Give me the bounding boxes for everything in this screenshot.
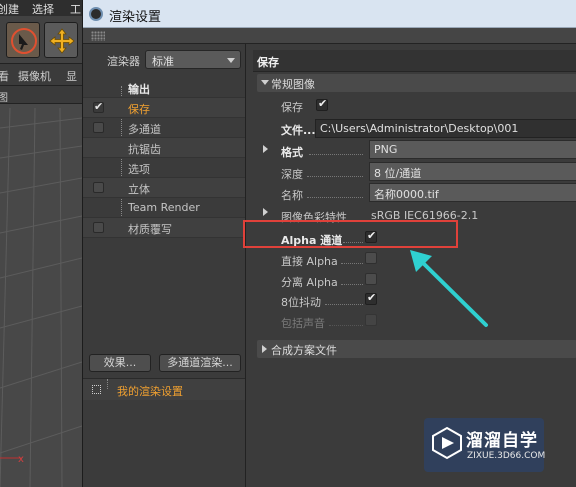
svg-text:x: x bbox=[18, 454, 24, 465]
viewport-grid: x bbox=[0, 107, 82, 487]
file-label[interactable]: 文件... bbox=[281, 122, 316, 138]
tab-display[interactable]: 显 bbox=[66, 68, 77, 84]
material-override-checkbox[interactable] bbox=[93, 222, 104, 233]
depth-label: 深度 bbox=[281, 168, 303, 181]
renderer-value: 标准 bbox=[152, 55, 174, 68]
dithering-checkbox[interactable] bbox=[365, 291, 377, 305]
cursor-icon bbox=[11, 28, 37, 54]
label-leader-dots bbox=[307, 197, 363, 198]
separate-alpha-checkbox[interactable] bbox=[365, 273, 377, 285]
section-compositing-project-file[interactable]: 合成方案文件 bbox=[257, 340, 576, 358]
menu-select[interactable]: 选择 bbox=[32, 1, 54, 17]
menu-create[interactable]: 创建 bbox=[0, 1, 19, 17]
tree-item-label: 材质覆写 bbox=[128, 223, 172, 236]
preset-my-render-settings[interactable]: 我的渲染设置 bbox=[117, 383, 183, 399]
tab-view[interactable]: 看 bbox=[0, 68, 9, 84]
pointer-arrow-icon bbox=[410, 250, 488, 327]
dithering-label: 8位抖动 bbox=[281, 296, 321, 309]
effects-button[interactable]: 效果... bbox=[89, 354, 151, 372]
renderer-select[interactable]: 标准 bbox=[145, 50, 241, 69]
watermark-url: ZIXUE.3D66.COM bbox=[467, 451, 546, 461]
expand-triangle-icon bbox=[261, 80, 269, 85]
depth-select[interactable]: 8 位/通道 bbox=[369, 162, 576, 181]
separate-alpha-label: 分离 Alpha bbox=[281, 276, 338, 289]
name-label: 名称 bbox=[281, 189, 303, 202]
include-sound-label: 包括声音 bbox=[281, 317, 325, 330]
straight-alpha-checkbox[interactable] bbox=[365, 252, 377, 264]
panel-title: 保存 bbox=[257, 56, 279, 69]
file-path-field[interactable]: C:\Users\Administrator\Desktop\001 bbox=[315, 119, 576, 138]
section-general-image[interactable]: 常规图像 bbox=[257, 74, 576, 92]
multipass-render-button[interactable]: 多通道渲染... bbox=[159, 354, 241, 372]
background-editor: 创建 选择 工 看 摄像机 显 图 x bbox=[0, 0, 82, 487]
save-checkbox[interactable] bbox=[316, 97, 328, 111]
tree-item-antialiasing[interactable]: 抗锯齿 bbox=[83, 138, 245, 158]
background-tabs: 看 摄像机 显 bbox=[0, 64, 82, 86]
renderer-label: 渲染器 bbox=[107, 55, 140, 68]
dialog-title: 渲染设置 bbox=[109, 10, 162, 25]
background-menubar: 创建 选择 工 bbox=[0, 0, 82, 16]
cinema4d-icon bbox=[89, 7, 103, 21]
settings-sidebar: 渲染器 标准 输出 保存 多通道 抗锯齿 选项 bbox=[83, 44, 246, 487]
multipass-enable-checkbox[interactable] bbox=[93, 122, 104, 133]
tree-item-label: 立体 bbox=[128, 183, 150, 196]
move-tool-button[interactable] bbox=[44, 22, 78, 58]
tree-item-material-override[interactable]: 材质覆写 bbox=[83, 218, 245, 238]
tree-connector bbox=[107, 379, 108, 389]
panel-header: 保存 bbox=[253, 50, 576, 72]
label-leader-dots bbox=[329, 325, 363, 326]
include-sound-checkbox bbox=[365, 314, 377, 326]
name-select[interactable]: 名称0000.tif bbox=[369, 183, 576, 202]
tree-item-team-render[interactable]: Team Render bbox=[83, 198, 245, 218]
tree-item-label: 输出 bbox=[128, 83, 150, 96]
tree-item-label: 多通道 bbox=[128, 123, 161, 136]
expand-triangle-icon[interactable] bbox=[263, 208, 268, 216]
move-arrows-icon bbox=[49, 28, 75, 54]
label-leader-dots bbox=[307, 176, 363, 177]
tree-item-stereoscopic[interactable]: 立体 bbox=[83, 178, 245, 198]
tree-item-label: Team Render bbox=[128, 201, 200, 214]
tree-item-label: 选项 bbox=[128, 163, 150, 176]
save-enable-checkbox[interactable] bbox=[93, 100, 104, 113]
label-leader-dots bbox=[341, 284, 363, 285]
section-title: 合成方案文件 bbox=[271, 344, 337, 357]
grip-handle-icon[interactable] bbox=[91, 31, 105, 41]
dialog-grip bbox=[83, 28, 576, 44]
label-leader-dots bbox=[309, 154, 363, 155]
render-presets: 我的渲染设置 bbox=[83, 378, 245, 400]
expand-triangle-icon bbox=[262, 345, 267, 353]
format-label: 格式 bbox=[281, 146, 303, 159]
tree-item-label: 抗锯齿 bbox=[128, 143, 161, 156]
dialog-titlebar[interactable]: 渲染设置 bbox=[83, 0, 576, 28]
background-toolbar bbox=[0, 16, 82, 64]
select-tool-button[interactable] bbox=[6, 22, 40, 58]
menu-tools[interactable]: 工 bbox=[70, 1, 81, 17]
watermark-logo-icon bbox=[432, 426, 462, 460]
format-select[interactable]: PNG bbox=[369, 140, 576, 159]
tree-item-options[interactable]: 选项 bbox=[83, 158, 245, 178]
section-title: 常规图像 bbox=[271, 78, 315, 91]
label-leader-dots bbox=[341, 263, 363, 264]
tree-item-label: 保存 bbox=[128, 103, 150, 116]
tree-item-multipass[interactable]: 多通道 bbox=[83, 118, 245, 138]
chevron-down-icon bbox=[227, 58, 235, 63]
label-leader-dots bbox=[325, 304, 363, 305]
watermark: 溜溜自学 ZIXUE.3D66.COM bbox=[424, 418, 546, 472]
preset-node-icon[interactable] bbox=[92, 385, 101, 394]
expand-triangle-icon[interactable] bbox=[263, 145, 268, 153]
straight-alpha-label: 直接 Alpha bbox=[281, 255, 338, 268]
watermark-title: 溜溜自学 bbox=[466, 431, 538, 451]
tree-item-save[interactable]: 保存 bbox=[83, 98, 245, 118]
save-label: 保存 bbox=[281, 101, 303, 114]
tree-item-output[interactable]: 输出 bbox=[83, 78, 245, 98]
tab-camera[interactable]: 摄像机 bbox=[18, 68, 51, 84]
stereoscopic-enable-checkbox[interactable] bbox=[93, 182, 104, 193]
viewport[interactable]: 图 x bbox=[0, 88, 82, 487]
